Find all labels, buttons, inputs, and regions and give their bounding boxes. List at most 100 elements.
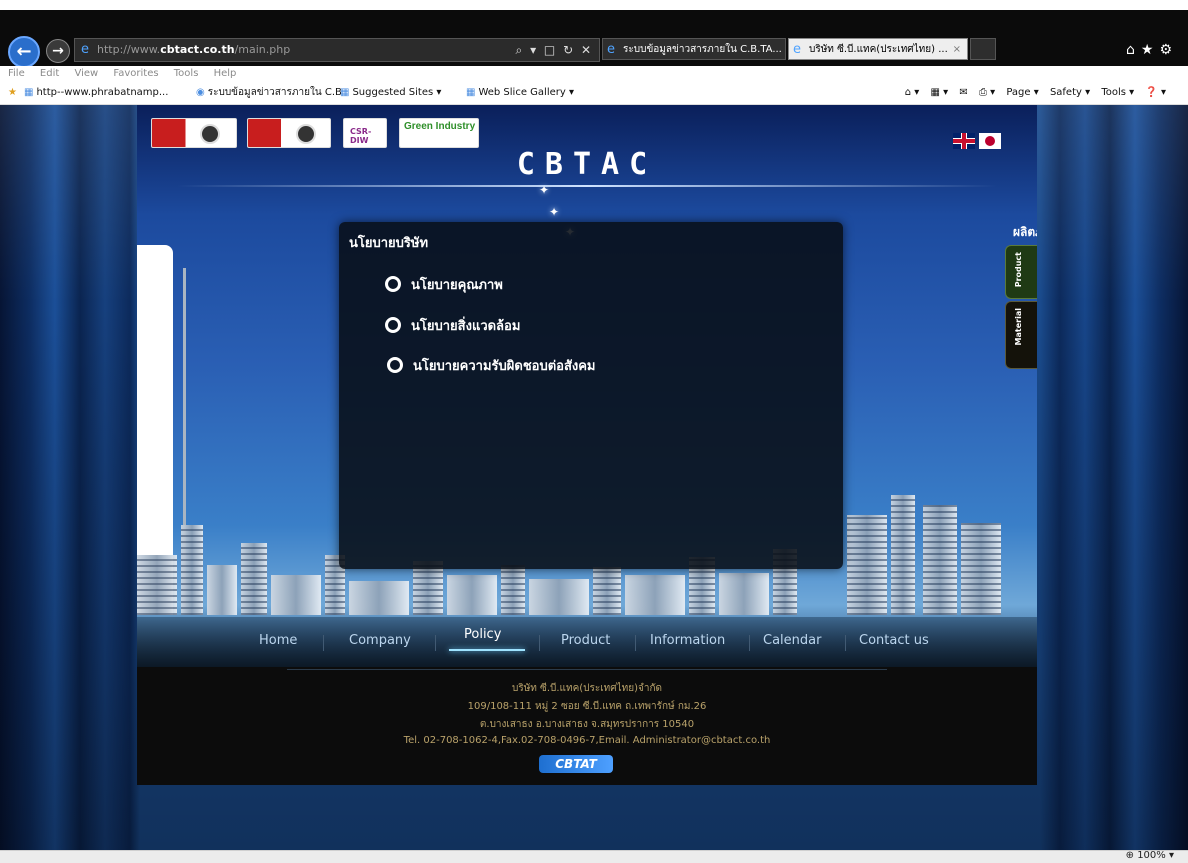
nav-company[interactable]: Company [349,633,411,648]
policy-heading: นโยบายบริษัท [349,236,429,251]
status-bar: ⊕ 100% ▾ [0,850,1188,863]
side-tab-material[interactable]: Material [1005,301,1037,369]
nav-contact-us[interactable]: Contact us [859,633,929,648]
nav-information[interactable]: Information [650,633,725,648]
menu-help[interactable]: Help [214,68,237,79]
site-nav: Home Company Policy Product Information … [137,617,1037,667]
page-icon: ▦ [466,87,476,98]
policy-link-label: นโยบายสิ่งแวดล้อม [411,319,521,334]
footer-divider [287,669,887,670]
favorite-link-1[interactable]: ▦ http--www.phrabatnamp... [24,82,168,104]
url-domain: cbtact.co.th [160,43,235,56]
tools-menu[interactable]: Tools ▾ [1101,87,1134,98]
nav-separator [845,635,846,651]
csr-label: CSR-DIW [350,127,372,145]
green-industry-logo[interactable]: Green Industry [399,118,479,148]
url-prefix: http://www. [97,43,161,56]
page-menu[interactable]: Page ▾ [1006,87,1038,98]
zoom-level[interactable]: ⊕ 100% ▾ [1126,850,1174,861]
nav-product[interactable]: Product [561,633,610,648]
footer-address-1: 109/108-111 หมู่ 2 ซอย ซี.บี.แทค ถ.เทพาร… [467,701,707,712]
page-icon: ▦ [340,87,350,98]
window-top-edge [0,0,1188,10]
feeds-icon[interactable]: ▦ ▾ [931,87,949,98]
site-footer: บริษัท ซี.บี.แทค(ประเทศไทย)จำกัด 109/108… [137,667,1037,785]
certification-logo-1[interactable] [151,118,237,148]
footer-address-2: ต.บางเสาธง อ.บางเสาธง จ.สมุทรปราการ 1054… [479,719,695,730]
title-divider [177,185,997,187]
site-container: CSR-DIW Green Industry CBTAC ✦ ✦ ✦ [137,105,1037,785]
policy-link-social-responsibility[interactable]: นโยบายความรับผิดชอบต่อสังคม [387,355,596,376]
menu-tools[interactable]: Tools [174,68,199,79]
address-url[interactable]: http://www.cbtact.co.th/main.php [97,39,290,61]
nav-calendar[interactable]: Calendar [763,633,821,648]
certification-logo-2[interactable] [247,118,331,148]
csr-diw-logo[interactable]: CSR-DIW [343,118,387,148]
tab-label: ระบบข้อมูลข่าวสารภายใน C.B.TA... [623,44,782,55]
nav-policy[interactable]: Policy [464,627,501,642]
favorite-link-2[interactable]: ◉ ระบบข้อมูลข่าวสารภายใน C.B [196,82,342,104]
footer-company-name: บริษัท ซี.บี.แทค(ประเทศไทย)จำกัด [511,683,663,694]
browser-titlebar: ← → e http://www.cbtact.co.th/main.php ⌕… [0,10,1188,68]
side-tab-label: Product [1014,252,1023,288]
policy-link-quality[interactable]: นโยบายคุณภาพ [385,274,503,295]
seal-icon [200,124,220,144]
page-viewport: CSR-DIW Green Industry CBTAC ✦ ✦ ✦ [0,105,1188,850]
ie-tab-icon: e [793,42,801,57]
browser-tab-1[interactable]: e ระบบข้อมูลข่าวสารภายใน C.B.TA... [602,38,786,60]
help-icon[interactable]: ❓ ▾ [1145,87,1166,98]
web-slice-gallery[interactable]: ▦ Web Slice Gallery ▾ [466,82,574,104]
favorites-star-icon[interactable]: ★ [8,82,17,104]
page-icon: ▦ [24,87,34,98]
nav-separator [635,635,636,651]
home-menu-icon[interactable]: ⌂ ▾ [905,87,920,98]
nav-home[interactable]: Home [259,633,297,648]
forward-button[interactable]: → [46,39,70,63]
favorite-label: Suggested Sites ▾ [352,87,442,98]
nav-separator [323,635,324,651]
address-tools-icons[interactable]: ⌕ ▾ □ ↻ ✕ [516,39,593,61]
favorite-label: ระบบข้อมูลข่าวสารภายใน C.B [207,87,342,98]
seal-icon [296,124,316,144]
green-industry-label: Green Industry [404,121,476,132]
browser-tab-2-active[interactable]: e บริษัท ซี.บี.แทค(ประเทศไทย) ... × [788,38,968,60]
address-bar[interactable]: e http://www.cbtact.co.th/main.php ⌕ ▾ □… [74,38,600,62]
print-icon[interactable]: ⎙ ▾ [979,87,995,98]
sparkle-icon: ✦ [549,205,560,219]
policy-link-environment[interactable]: นโยบายสิ่งแวดล้อม [385,315,520,336]
mail-icon[interactable]: ✉ [959,87,967,98]
menu-file[interactable]: File [8,68,25,79]
radio-bullet-icon [387,357,403,373]
menu-favorites[interactable]: Favorites [113,68,158,79]
ie-tab-icon: e [607,42,615,57]
policy-panel: นโยบายบริษัท นโยบายคุณภาพ นโยบายสิ่งแวดล… [339,222,843,569]
tab-label: บริษัท ซี.บี.แทค(ประเทศไทย) ... [809,44,948,55]
safety-menu[interactable]: Safety ▾ [1050,87,1090,98]
footer-contact: Tel. 02-708-1062-4,Fax.02-708-0496-7,Ema… [403,735,771,746]
footer-logo[interactable]: CBTAT [539,755,613,773]
policy-link-label: นโยบายความรับผิดชอบต่อสังคม [413,359,596,374]
menu-edit[interactable]: Edit [40,68,59,79]
command-bar: ⌂ ▾ ▦ ▾ ✉ ⎙ ▾ Page ▾ Safety ▾ Tools ▾ ❓ … [897,82,1166,104]
site-logo-icon: ◉ [196,87,205,98]
menu-bar: File Edit View Favorites Tools Help [0,66,1188,82]
home-favorites-tools-icons[interactable]: ⌂★⚙ [1126,42,1178,58]
product-heading: ผลิตภั [1013,225,1037,239]
nav-separator [435,635,436,651]
favorite-label: Web Slice Gallery ▾ [478,87,574,98]
radio-bullet-icon [385,276,401,292]
side-tab-label: Material [1014,308,1023,346]
suggested-sites[interactable]: ▦ Suggested Sites ▾ [340,82,441,104]
side-tab-product[interactable]: Product [1005,245,1037,299]
sparkle-icon: ✦ [539,183,550,197]
ie-page-icon: e [81,42,89,57]
favorite-label: http--www.phrabatnamp... [36,87,169,98]
policy-link-label: นโยบายคุณภาพ [411,278,503,293]
new-tab-button[interactable] [970,38,996,60]
close-tab-icon[interactable]: × [953,39,961,59]
nav-active-indicator [449,649,525,651]
favorites-bar: ★ ▦ http--www.phrabatnamp... ◉ ระบบข้อมูลข… [0,82,1188,105]
nav-separator [539,635,540,651]
back-button[interactable]: ← [8,36,40,68]
menu-view[interactable]: View [74,68,98,79]
